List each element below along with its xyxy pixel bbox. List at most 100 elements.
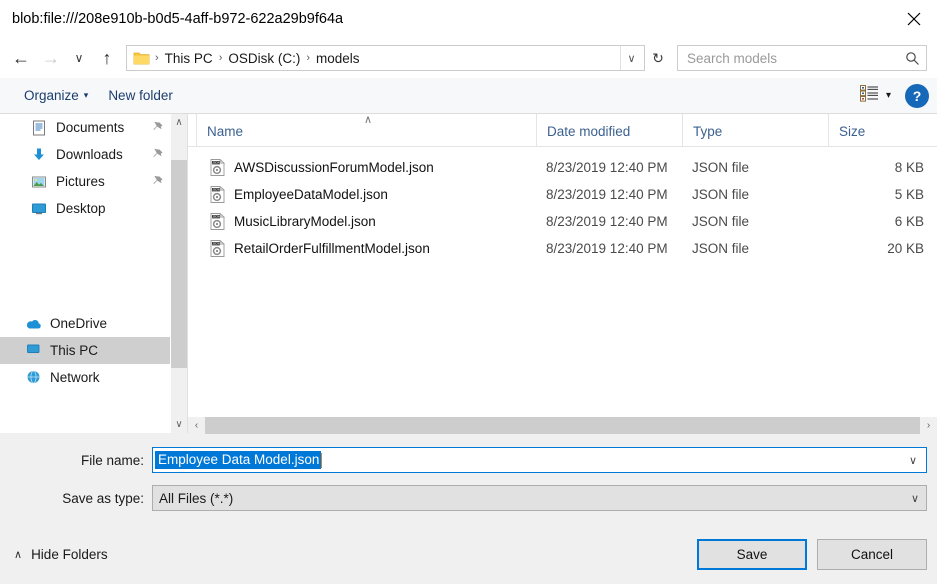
pin-icon[interactable] (151, 121, 164, 134)
pin-icon[interactable] (151, 148, 164, 161)
sidebar-item-network[interactable]: Network (0, 364, 170, 391)
file-type-cell: JSON file (682, 160, 828, 175)
up-arrow-icon: ↑ (103, 49, 112, 67)
json-file-icon: JSON (210, 240, 225, 257)
json-file-icon: JSON (210, 159, 225, 176)
column-header-type[interactable]: Type (682, 114, 828, 146)
sidebar-item-onedrive[interactable]: OneDrive (0, 310, 170, 337)
column-header-date-modified[interactable]: Date modified (536, 114, 682, 146)
scroll-thumb[interactable] (171, 160, 187, 368)
action-buttons: Save Cancel (697, 539, 927, 570)
sidebar-item-this-pc[interactable]: This PC (0, 337, 170, 364)
table-row[interactable]: JSON MusicLibraryModel.json 8/23/2019 12… (196, 208, 937, 235)
scroll-track[interactable] (171, 131, 187, 416)
dialog-footer: ∧ Hide Folders Save Cancel (0, 521, 937, 584)
file-rows: JSON AWSDiscussionForumModel.json 8/23/2… (188, 147, 937, 416)
savetype-row: Save as type: All Files (*.*) ∨ (0, 483, 937, 513)
close-button[interactable] (891, 0, 937, 38)
file-name-label: EmployeeDataModel.json (234, 187, 388, 202)
help-button[interactable]: ? (905, 84, 929, 108)
desktop-icon (30, 201, 48, 217)
navigation-pane: Documents Downloads (0, 114, 170, 433)
save-file-dialog: blob:file:///208e910b-b0d5-4aff-b972-622… (0, 0, 937, 584)
file-date-cell: 8/23/2019 12:40 PM (536, 160, 682, 175)
navigation-pane-scrollbar[interactable]: ∧ ∨ (170, 114, 187, 433)
column-headers: ∧ Name Date modified Type Size (188, 114, 937, 147)
filename-row: File name: Employee Data Model.json ∨ (0, 445, 937, 475)
recent-locations-button[interactable]: ∨ (66, 43, 92, 73)
thispc-icon (24, 343, 42, 358)
search-box[interactable]: Search models (677, 45, 927, 71)
scroll-left-button[interactable]: ‹ (188, 417, 205, 434)
close-icon (907, 12, 921, 26)
chevron-up-icon: ∧ (14, 548, 22, 561)
organize-label: Organize (24, 88, 79, 103)
column-header-size[interactable]: Size (828, 114, 928, 146)
navigation-bar: ← → ∨ ↑ › This PC › OSDisk (C:) › models (0, 38, 937, 78)
table-row[interactable]: JSON RetailOrderFulfillmentModel.json 8/… (196, 235, 937, 262)
up-button[interactable]: ↑ (92, 43, 122, 73)
search-icon (905, 51, 920, 66)
pin-icon[interactable] (151, 175, 164, 188)
cancel-button[interactable]: Cancel (817, 539, 927, 570)
table-row[interactable]: JSON EmployeeDataModel.json 8/23/2019 12… (196, 181, 937, 208)
scroll-right-button[interactable]: › (920, 417, 937, 434)
toolbar-right: ▾ ? (856, 82, 929, 110)
new-folder-label: New folder (108, 88, 173, 103)
network-icon (24, 370, 42, 385)
sidebar-item-downloads[interactable]: Downloads (0, 141, 170, 168)
hide-folders-label: Hide Folders (31, 547, 108, 562)
refresh-icon: ↻ (652, 51, 664, 65)
file-name-label: MusicLibraryModel.json (234, 214, 376, 229)
savetype-select[interactable]: All Files (*.*) ∨ (152, 485, 927, 511)
address-bar[interactable]: › This PC › OSDisk (C:) › models ∨ (126, 45, 645, 71)
file-name-cell: JSON AWSDiscussionForumModel.json (196, 159, 536, 176)
table-row[interactable]: JSON AWSDiscussionForumModel.json 8/23/2… (196, 154, 937, 181)
svg-text:JSON: JSON (212, 188, 219, 192)
sidebar-spacer (0, 222, 170, 310)
sidebar-item-label: Network (50, 370, 100, 385)
refresh-button[interactable]: ↻ (645, 43, 671, 73)
breadcrumb-item-thispc[interactable]: This PC (160, 51, 218, 66)
breadcrumb-item-models[interactable]: models (311, 51, 365, 66)
scroll-up-button[interactable]: ∧ (171, 114, 187, 131)
back-button[interactable]: ← (6, 43, 36, 73)
file-name-label: AWSDiscussionForumModel.json (234, 160, 434, 175)
filename-dropdown-button[interactable]: ∨ (902, 454, 924, 467)
scroll-track[interactable] (205, 417, 920, 434)
forward-arrow-icon: → (42, 49, 60, 67)
file-date-cell: 8/23/2019 12:40 PM (536, 214, 682, 229)
file-name-cell: JSON EmployeeDataModel.json (196, 186, 536, 203)
pictures-icon (30, 174, 48, 190)
sidebar-item-label: Downloads (56, 147, 123, 162)
organize-button[interactable]: Organize ▾ (14, 84, 98, 107)
hide-folders-button[interactable]: ∧ Hide Folders (14, 547, 108, 562)
forward-button[interactable]: → (36, 43, 66, 73)
breadcrumb-item-osdisk[interactable]: OSDisk (C:) (223, 51, 305, 66)
file-size-cell: 5 KB (828, 187, 928, 202)
file-list-horizontal-scrollbar[interactable]: ‹ › (188, 416, 937, 433)
file-name-cell: JSON MusicLibraryModel.json (196, 213, 536, 230)
file-list-pane: ∧ Name Date modified Type Size JSON (188, 114, 937, 433)
scroll-down-button[interactable]: ∨ (171, 416, 187, 433)
file-size-cell: 6 KB (828, 214, 928, 229)
chevron-down-icon[interactable]: ∨ (904, 492, 926, 505)
scroll-thumb[interactable] (205, 417, 920, 434)
sidebar-item-pictures[interactable]: Pictures (0, 168, 170, 195)
json-file-icon: JSON (210, 186, 225, 203)
back-arrow-icon: ← (12, 49, 30, 67)
filename-input[interactable]: Employee Data Model.json ∨ (152, 447, 927, 473)
documents-icon (30, 120, 48, 136)
sidebar-item-documents[interactable]: Documents (0, 114, 170, 141)
address-dropdown-button[interactable]: ∨ (620, 46, 642, 70)
sidebar-item-desktop[interactable]: Desktop (0, 195, 170, 222)
new-folder-button[interactable]: New folder (98, 84, 183, 107)
filename-label: File name: (0, 453, 152, 468)
file-type-cell: JSON file (682, 187, 828, 202)
details-view-icon (860, 85, 879, 107)
svg-text:JSON: JSON (212, 215, 219, 219)
search-input[interactable]: Search models (687, 51, 905, 66)
save-button[interactable]: Save (697, 539, 807, 570)
chevron-down-icon: ▾ (84, 90, 89, 101)
view-options-button[interactable]: ▾ (856, 82, 895, 110)
